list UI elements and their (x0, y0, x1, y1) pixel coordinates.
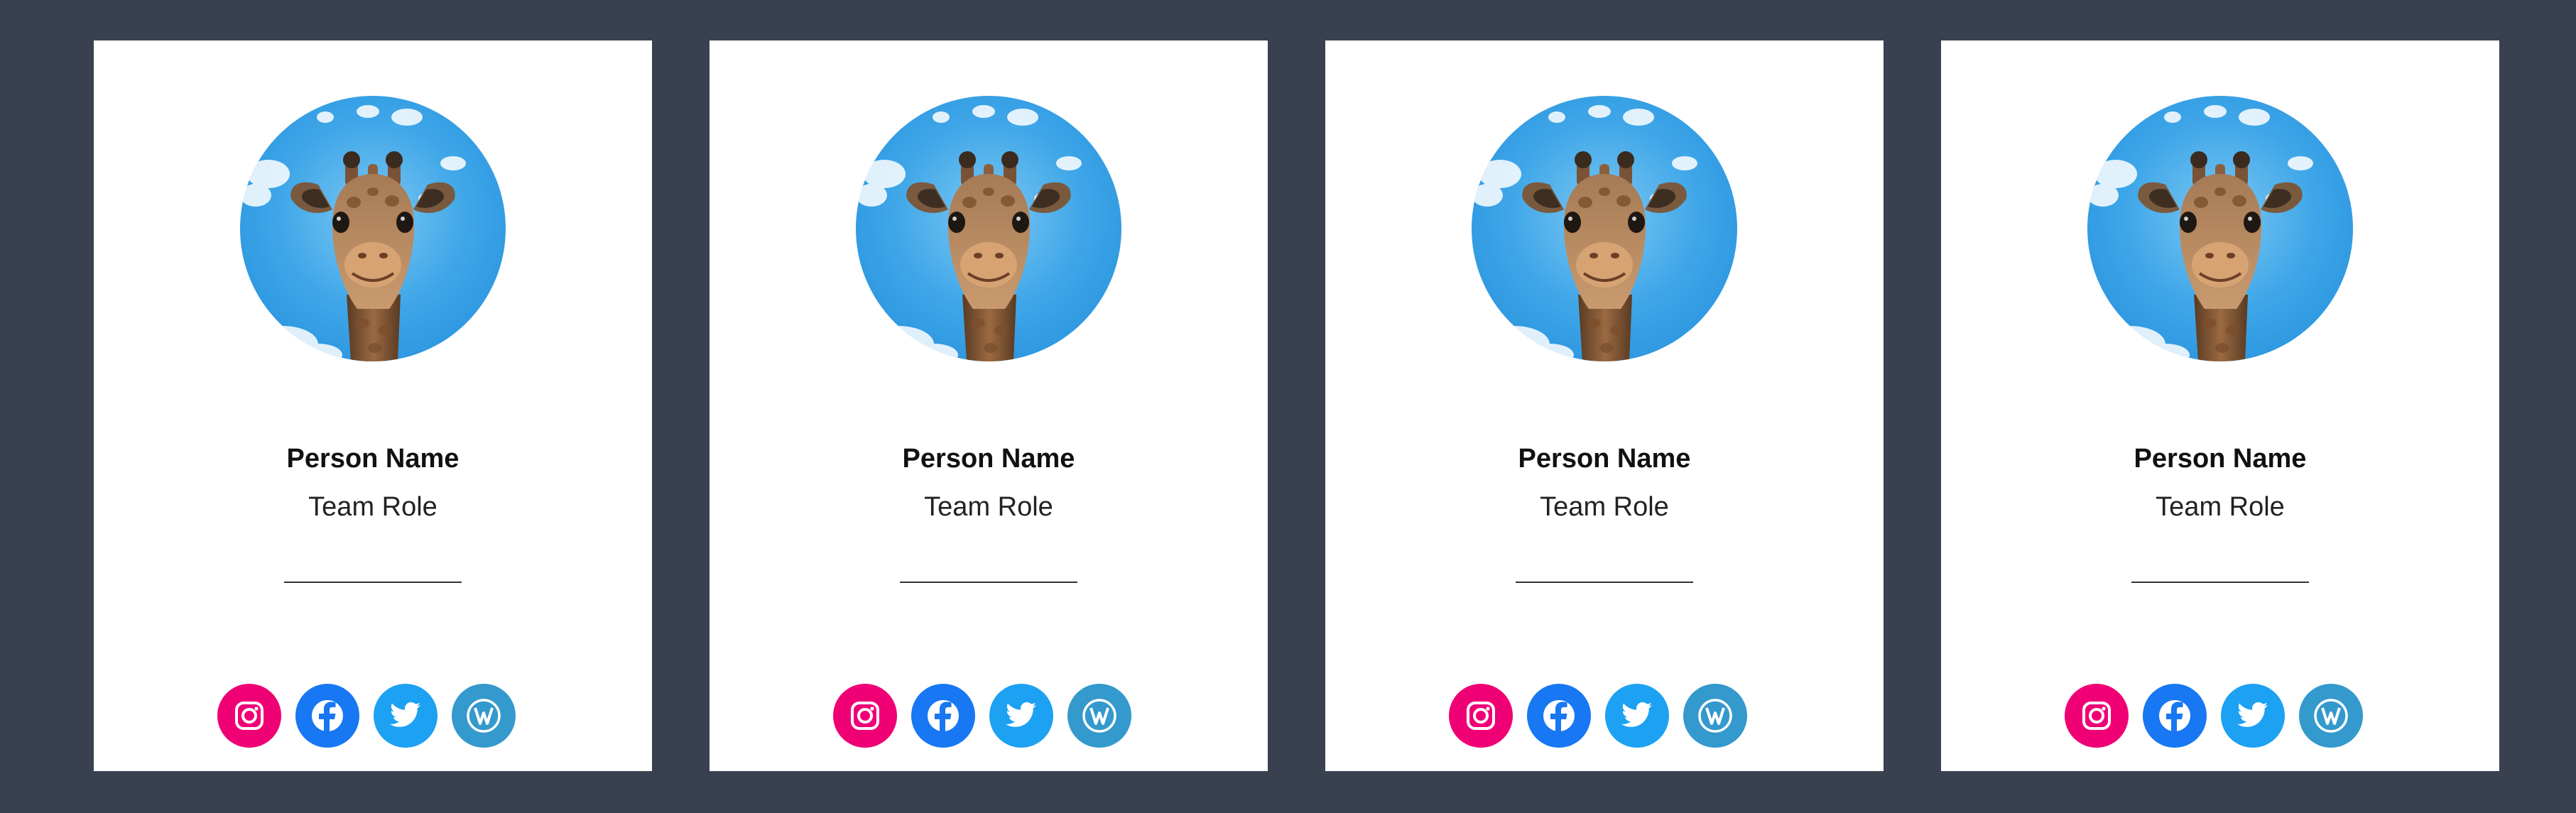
divider (284, 582, 462, 583)
twitter-icon (374, 684, 438, 748)
team-card: Person Name Team Role (1941, 40, 2499, 771)
team-card: Person Name Team Role (710, 40, 1268, 771)
facebook-link[interactable] (1527, 684, 1591, 748)
twitter-icon (989, 684, 1053, 748)
facebook-icon (911, 684, 975, 748)
wordpress-icon (452, 684, 516, 748)
social-links (710, 684, 1268, 748)
divider (2131, 582, 2309, 583)
person-name: Person Name (2134, 444, 2307, 474)
divider (900, 582, 1077, 583)
twitter-icon (2221, 684, 2285, 748)
facebook-icon (295, 684, 359, 748)
wordpress-icon (1067, 684, 1131, 748)
instagram-icon (217, 684, 281, 748)
team-cards-grid: Person Name Team Role Person Name Team R… (0, 0, 2576, 813)
instagram-link[interactable] (833, 684, 897, 748)
social-links (1325, 684, 1884, 748)
twitter-link[interactable] (2221, 684, 2285, 748)
team-card: Person Name Team Role (94, 40, 652, 771)
wordpress-link[interactable] (1067, 684, 1131, 748)
wordpress-link[interactable] (452, 684, 516, 748)
twitter-link[interactable] (1605, 684, 1669, 748)
facebook-icon (1527, 684, 1591, 748)
facebook-icon (2143, 684, 2207, 748)
social-links (1941, 684, 2499, 748)
twitter-icon (1605, 684, 1669, 748)
team-card: Person Name Team Role (1325, 40, 1884, 771)
instagram-icon (833, 684, 897, 748)
instagram-link[interactable] (217, 684, 281, 748)
team-role: Team Role (2156, 492, 2285, 522)
instagram-icon (2065, 684, 2129, 748)
facebook-link[interactable] (2143, 684, 2207, 748)
instagram-icon (1449, 684, 1513, 748)
wordpress-icon (2299, 684, 2363, 748)
wordpress-link[interactable] (1683, 684, 1747, 748)
wordpress-icon (1683, 684, 1747, 748)
avatar (856, 96, 1121, 361)
team-role: Team Role (308, 492, 438, 522)
social-links (94, 684, 652, 748)
wordpress-link[interactable] (2299, 684, 2363, 748)
giraffe-photo (2087, 96, 2353, 361)
giraffe-photo (240, 96, 506, 361)
person-name: Person Name (1518, 444, 1691, 474)
team-role: Team Role (924, 492, 1053, 522)
facebook-link[interactable] (295, 684, 359, 748)
twitter-link[interactable] (374, 684, 438, 748)
avatar (2087, 96, 2353, 361)
giraffe-photo (856, 96, 1121, 361)
instagram-link[interactable] (2065, 684, 2129, 748)
person-name: Person Name (286, 444, 460, 474)
person-name: Person Name (902, 444, 1075, 474)
giraffe-photo (1472, 96, 1737, 361)
team-role: Team Role (1540, 492, 1669, 522)
avatar (240, 96, 506, 361)
divider (1516, 582, 1693, 583)
twitter-link[interactable] (989, 684, 1053, 748)
facebook-link[interactable] (911, 684, 975, 748)
avatar (1472, 96, 1737, 361)
instagram-link[interactable] (1449, 684, 1513, 748)
